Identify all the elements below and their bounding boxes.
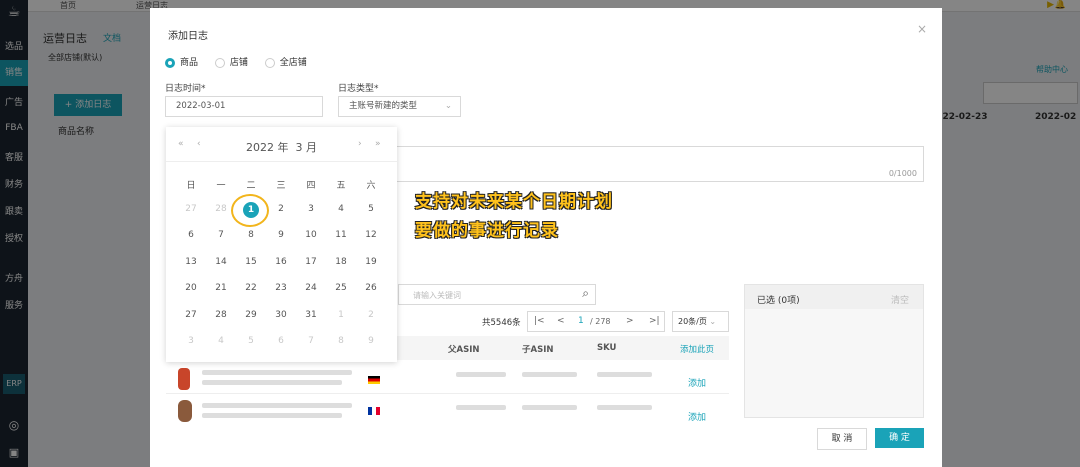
calendar-day[interactable]: 20	[176, 283, 206, 293]
calendar-day[interactable]: 9	[356, 336, 386, 346]
product-image	[178, 400, 192, 422]
radio-all-shops[interactable]: 全店铺	[264, 57, 307, 68]
first-page-button[interactable]: |<	[534, 312, 545, 331]
annotation-line-1: 支持对未来某个日期计划	[415, 192, 613, 212]
calendar-day[interactable]: 2	[266, 204, 296, 214]
weekday-label: 五	[336, 181, 346, 191]
search-input[interactable]: 请输入关键词 ⌕	[398, 284, 596, 305]
calendar-day[interactable]: 7	[296, 336, 326, 346]
calendar-day[interactable]: 14	[206, 257, 236, 267]
calendar-day[interactable]: 5	[356, 204, 386, 214]
close-icon[interactable]: ×	[917, 22, 927, 36]
type-select[interactable]: 主账号新建的类型 ⌄	[338, 96, 461, 117]
last-page-button[interactable]: >|	[649, 312, 660, 331]
calendar-day[interactable]: 19	[356, 257, 386, 267]
calendar-day[interactable]: 18	[326, 257, 356, 267]
date-label: 日志时间*	[165, 84, 206, 94]
add-page-link[interactable]: 添加此页	[680, 343, 714, 355]
prev-month-icon[interactable]: ‹	[197, 139, 201, 149]
weekday-label: 四	[306, 181, 316, 191]
radio-shop[interactable]: 店铺	[214, 57, 248, 68]
radio-product[interactable]: 商品	[165, 57, 198, 68]
calendar-day[interactable]: 22	[236, 283, 266, 293]
calendar-day[interactable]: 3	[296, 204, 326, 214]
prev-year-icon[interactable]: «	[178, 139, 184, 149]
table-row: 添加	[166, 395, 729, 427]
pagination: |< < 1 / 278 > >|	[527, 311, 665, 332]
calendar-day[interactable]: 13	[176, 257, 206, 267]
calendar-day[interactable]: 9	[266, 230, 296, 240]
total-count: 共5546条	[482, 318, 521, 328]
calendar-day[interactable]: 10	[296, 230, 326, 240]
calendar-day[interactable]: 30	[266, 310, 296, 320]
weekday-label: 日	[186, 181, 196, 191]
calendar-day[interactable]: 26	[356, 283, 386, 293]
scope-radio-group: 商品 店铺 全店铺	[165, 55, 307, 68]
calendar-day[interactable]: 12	[356, 230, 386, 240]
calendar-day[interactable]: 8	[236, 230, 266, 240]
cancel-button[interactable]: 取 消	[817, 428, 867, 450]
highlight-circle	[231, 194, 269, 227]
calendar-day[interactable]: 11	[326, 230, 356, 240]
calendar-day[interactable]: 17	[296, 257, 326, 267]
next-month-icon[interactable]: ›	[358, 139, 362, 149]
weekday-label: 二	[246, 181, 256, 191]
calendar-day[interactable]: 24	[296, 283, 326, 293]
calendar-day[interactable]: 4	[206, 336, 236, 346]
weekday-label: 一	[216, 181, 226, 191]
weekday-label: 三	[276, 181, 286, 191]
next-year-icon[interactable]: »	[375, 139, 381, 149]
chevron-down-icon: ⌄	[444, 101, 452, 111]
calendar-day[interactable]: 21	[206, 283, 236, 293]
modal-title: 添加日志	[168, 31, 208, 42]
add-link[interactable]: 添加	[688, 376, 706, 389]
add-link[interactable]: 添加	[688, 410, 706, 423]
prev-page-button[interactable]: <	[557, 312, 565, 331]
calendar-day[interactable]: 2	[356, 310, 386, 320]
clear-button[interactable]: 清空	[891, 293, 909, 306]
calendar-day[interactable]: 25	[326, 283, 356, 293]
weekday-label: 六	[366, 181, 376, 191]
calendar-day[interactable]: 16	[266, 257, 296, 267]
content-textarea[interactable]: 0/1000	[338, 146, 924, 182]
product-image	[178, 368, 190, 390]
date-input[interactable]: 2022-03-01	[165, 96, 323, 117]
table-row: 添加	[166, 362, 729, 394]
calendar-header: 2022 年 3 月	[246, 141, 317, 154]
annotation-line-2: 要做的事进行记录	[415, 221, 559, 241]
next-page-button[interactable]: >	[626, 312, 634, 331]
calendar-day[interactable]: 5	[236, 336, 266, 346]
calendar-day[interactable]: 3	[176, 336, 206, 346]
selected-panel: 已选 (0项) 清空	[744, 284, 924, 418]
calendar-day[interactable]: 28	[206, 310, 236, 320]
page-input[interactable]: 1	[578, 312, 584, 331]
selected-count: 已选 (0项)	[757, 296, 800, 306]
calendar-day[interactable]: 23	[266, 283, 296, 293]
type-label: 日志类型*	[338, 84, 379, 94]
flag-de-icon	[368, 376, 380, 384]
calendar-day[interactable]: 7	[206, 230, 236, 240]
calendar-day[interactable]: 29	[236, 310, 266, 320]
date-picker-popup: « ‹ 2022 年 3 月 › » 日一二三四五六 27 28 1 2 3 4 5 6 7 8 9 1…	[166, 127, 397, 362]
calendar-day[interactable]: 6	[266, 336, 296, 346]
calendar-day[interactable]: 15	[236, 257, 266, 267]
calendar-day[interactable]: 27	[176, 310, 206, 320]
page-size-select[interactable]: 20条/页 ⌄	[672, 311, 729, 332]
char-count: 0/1000	[888, 169, 917, 178]
calendar-day[interactable]: 8	[326, 336, 356, 346]
calendar-day[interactable]: 4	[326, 204, 356, 214]
calendar-day[interactable]: 6	[176, 230, 206, 240]
flag-fr-icon	[368, 407, 380, 415]
calendar-day[interactable]: 27	[176, 204, 206, 214]
calendar-day[interactable]: 31	[296, 310, 326, 320]
ok-button[interactable]: 确 定	[875, 428, 924, 448]
calendar-day[interactable]: 1	[326, 310, 356, 320]
search-icon[interactable]: ⌕	[582, 286, 589, 301]
